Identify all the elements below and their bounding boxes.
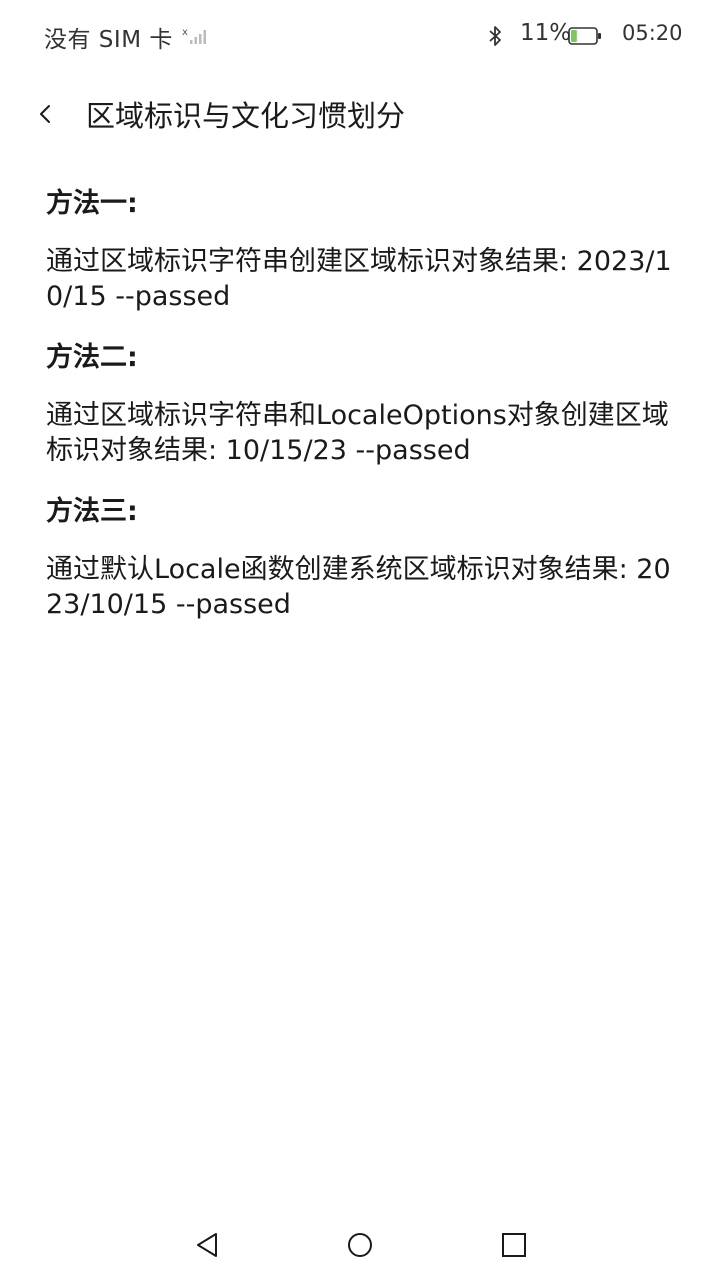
- nav-back-icon[interactable]: [188, 1228, 228, 1262]
- method-section: 方法三: 通过默认Locale函数创建系统区域标识对象结果: 2023/10/1…: [46, 488, 674, 622]
- method-section: 方法二: 通过区域标识字符串和LocaleOptions对象创建区域标识对象结果…: [46, 334, 674, 468]
- method-result: 通过区域标识字符串创建区域标识对象结果: 2023/10/15 --passed: [46, 246, 672, 312]
- method-heading: 方法一:: [46, 188, 138, 219]
- nav-home-icon[interactable]: [340, 1228, 380, 1262]
- bluetooth-icon: [489, 26, 501, 46]
- method-result: 通过默认Locale函数创建系统区域标识对象结果: 2023/10/15 --p…: [46, 554, 671, 620]
- nav-recent-icon[interactable]: [494, 1228, 534, 1262]
- back-button[interactable]: [30, 94, 62, 134]
- battery-icon: [568, 27, 601, 45]
- status-bar: 没有 SIM 卡 x 11% 05:20: [0, 0, 720, 72]
- navigation-bar: [0, 1210, 720, 1280]
- method-section: 方法一: 通过区域标识字符串创建区域标识对象结果: 2023/10/15 --p…: [46, 180, 674, 314]
- chevron-left-icon: [40, 105, 50, 123]
- method-heading: 方法三:: [46, 496, 138, 527]
- content-area: 方法一: 通过区域标识字符串创建区域标识对象结果: 2023/10/15 --p…: [46, 180, 674, 642]
- signal-icon: x: [182, 27, 206, 44]
- method-result: 通过区域标识字符串和LocaleOptions对象创建区域标识对象结果: 10/…: [46, 400, 669, 466]
- carrier-label: 没有 SIM 卡: [44, 27, 173, 53]
- svg-text:x: x: [182, 27, 188, 38]
- battery-percent: 11%: [520, 20, 572, 46]
- page-title: 区域标识与文化习惯划分: [86, 99, 406, 133]
- title-bar: 区域标识与文化习惯划分: [0, 80, 720, 150]
- method-heading: 方法二:: [46, 342, 138, 373]
- clock: 05:20: [622, 21, 683, 45]
